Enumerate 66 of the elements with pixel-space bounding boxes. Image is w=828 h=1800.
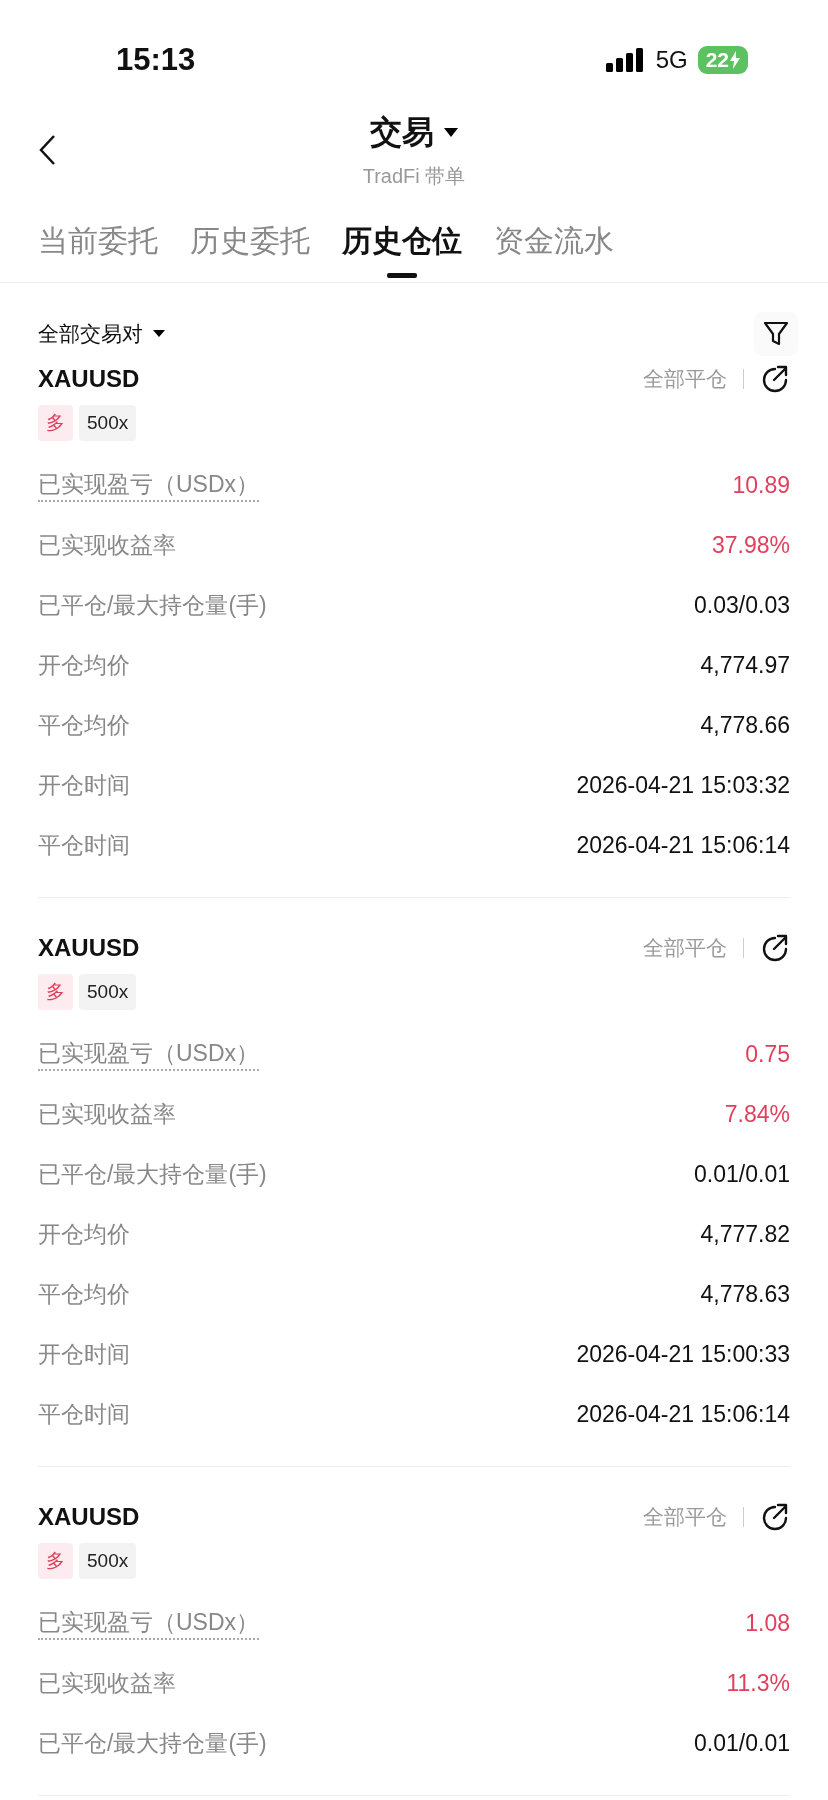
back-icon[interactable] [38, 134, 56, 166]
pair-dropdown[interactable]: 全部交易对 [38, 320, 754, 348]
field-value: 11.3% [726, 1669, 790, 1697]
field-value: 37.98% [712, 531, 790, 559]
field-value: 2026-04-21 15:00:33 [576, 1340, 790, 1368]
symbol-name: XAUUSD [38, 1503, 141, 1531]
side-tag: 多 [38, 1543, 73, 1579]
field-label: 已实现收益率 [38, 530, 176, 560]
field-label: 已实现收益率 [38, 1668, 176, 1698]
field-label: 平仓均价 [38, 1279, 130, 1309]
status-time: 15:13 [116, 42, 197, 78]
field-value: 0.03/0.03 [694, 591, 790, 619]
leverage-tag: 500x [79, 974, 137, 1010]
field-value: 2026-04-21 15:03:32 [576, 771, 790, 799]
network-label: 5G [655, 46, 688, 74]
battery-level: 22 [697, 46, 748, 74]
field-value: 4,778.66 [700, 711, 790, 739]
page-subtitle: TradFi 带单 [362, 163, 466, 189]
page-title: 交易 [370, 112, 434, 152]
field-value: 1.08 [745, 1609, 790, 1637]
tab[interactable]: 历史仓位 [342, 200, 462, 282]
field-label: 平仓时间 [38, 1399, 130, 1429]
caret-icon [153, 330, 165, 338]
field-label: 平仓均价 [38, 710, 130, 740]
tab[interactable]: 当前委托 [38, 200, 158, 282]
field-value: 2026-04-21 15:06:14 [576, 1400, 790, 1428]
signal-icon [605, 48, 646, 72]
field-label: 已实现盈亏（USDx） [38, 1606, 260, 1640]
field-value: 0.75 [745, 1040, 790, 1068]
side-tag: 多 [38, 405, 73, 441]
field-label: 已平仓/最大持仓量(手) [38, 590, 267, 620]
field-label: 已实现盈亏（USDx） [38, 468, 260, 502]
field-value: 4,778.63 [700, 1280, 790, 1308]
share-icon[interactable] [760, 364, 790, 394]
field-label: 开仓均价 [38, 1219, 130, 1249]
field-label: 开仓时间 [38, 1339, 130, 1369]
filter-icon [762, 320, 790, 348]
field-value: 10.89 [732, 471, 790, 499]
caret-icon[interactable] [444, 127, 458, 138]
field-label: 开仓时间 [38, 770, 130, 800]
field-value: 7.84% [724, 1100, 790, 1128]
tab[interactable]: 历史委托 [190, 200, 310, 282]
charging-icon [730, 51, 740, 69]
field-label: 已平仓/最大持仓量(手) [38, 1728, 267, 1758]
field-label: 已平仓/最大持仓量(手) [38, 1159, 267, 1189]
field-label: 已实现收益率 [38, 1099, 176, 1129]
field-label: 已实现盈亏（USDx） [38, 1037, 260, 1071]
leverage-tag: 500x [79, 405, 137, 441]
share-icon[interactable] [760, 1502, 790, 1532]
symbol-name: XAUUSD [38, 934, 141, 962]
symbol-name: XAUUSD [38, 365, 141, 393]
field-label: 开仓均价 [38, 650, 130, 680]
close-all-link[interactable]: 全部平仓 [643, 934, 727, 962]
side-tag: 多 [38, 974, 73, 1010]
leverage-tag: 500x [79, 1543, 137, 1579]
field-value: 2026-04-21 15:06:14 [576, 831, 790, 859]
field-value: 4,774.97 [700, 651, 790, 679]
tab[interactable]: 资金流水 [494, 200, 614, 282]
field-value: 0.01/0.01 [694, 1729, 790, 1757]
field-value: 0.01/0.01 [694, 1160, 790, 1188]
field-label: 平仓时间 [38, 830, 130, 860]
field-value: 4,777.82 [700, 1220, 790, 1248]
close-all-link[interactable]: 全部平仓 [643, 1503, 727, 1531]
filter-button[interactable] [754, 312, 798, 356]
close-all-link[interactable]: 全部平仓 [643, 365, 727, 393]
share-icon[interactable] [760, 933, 790, 963]
